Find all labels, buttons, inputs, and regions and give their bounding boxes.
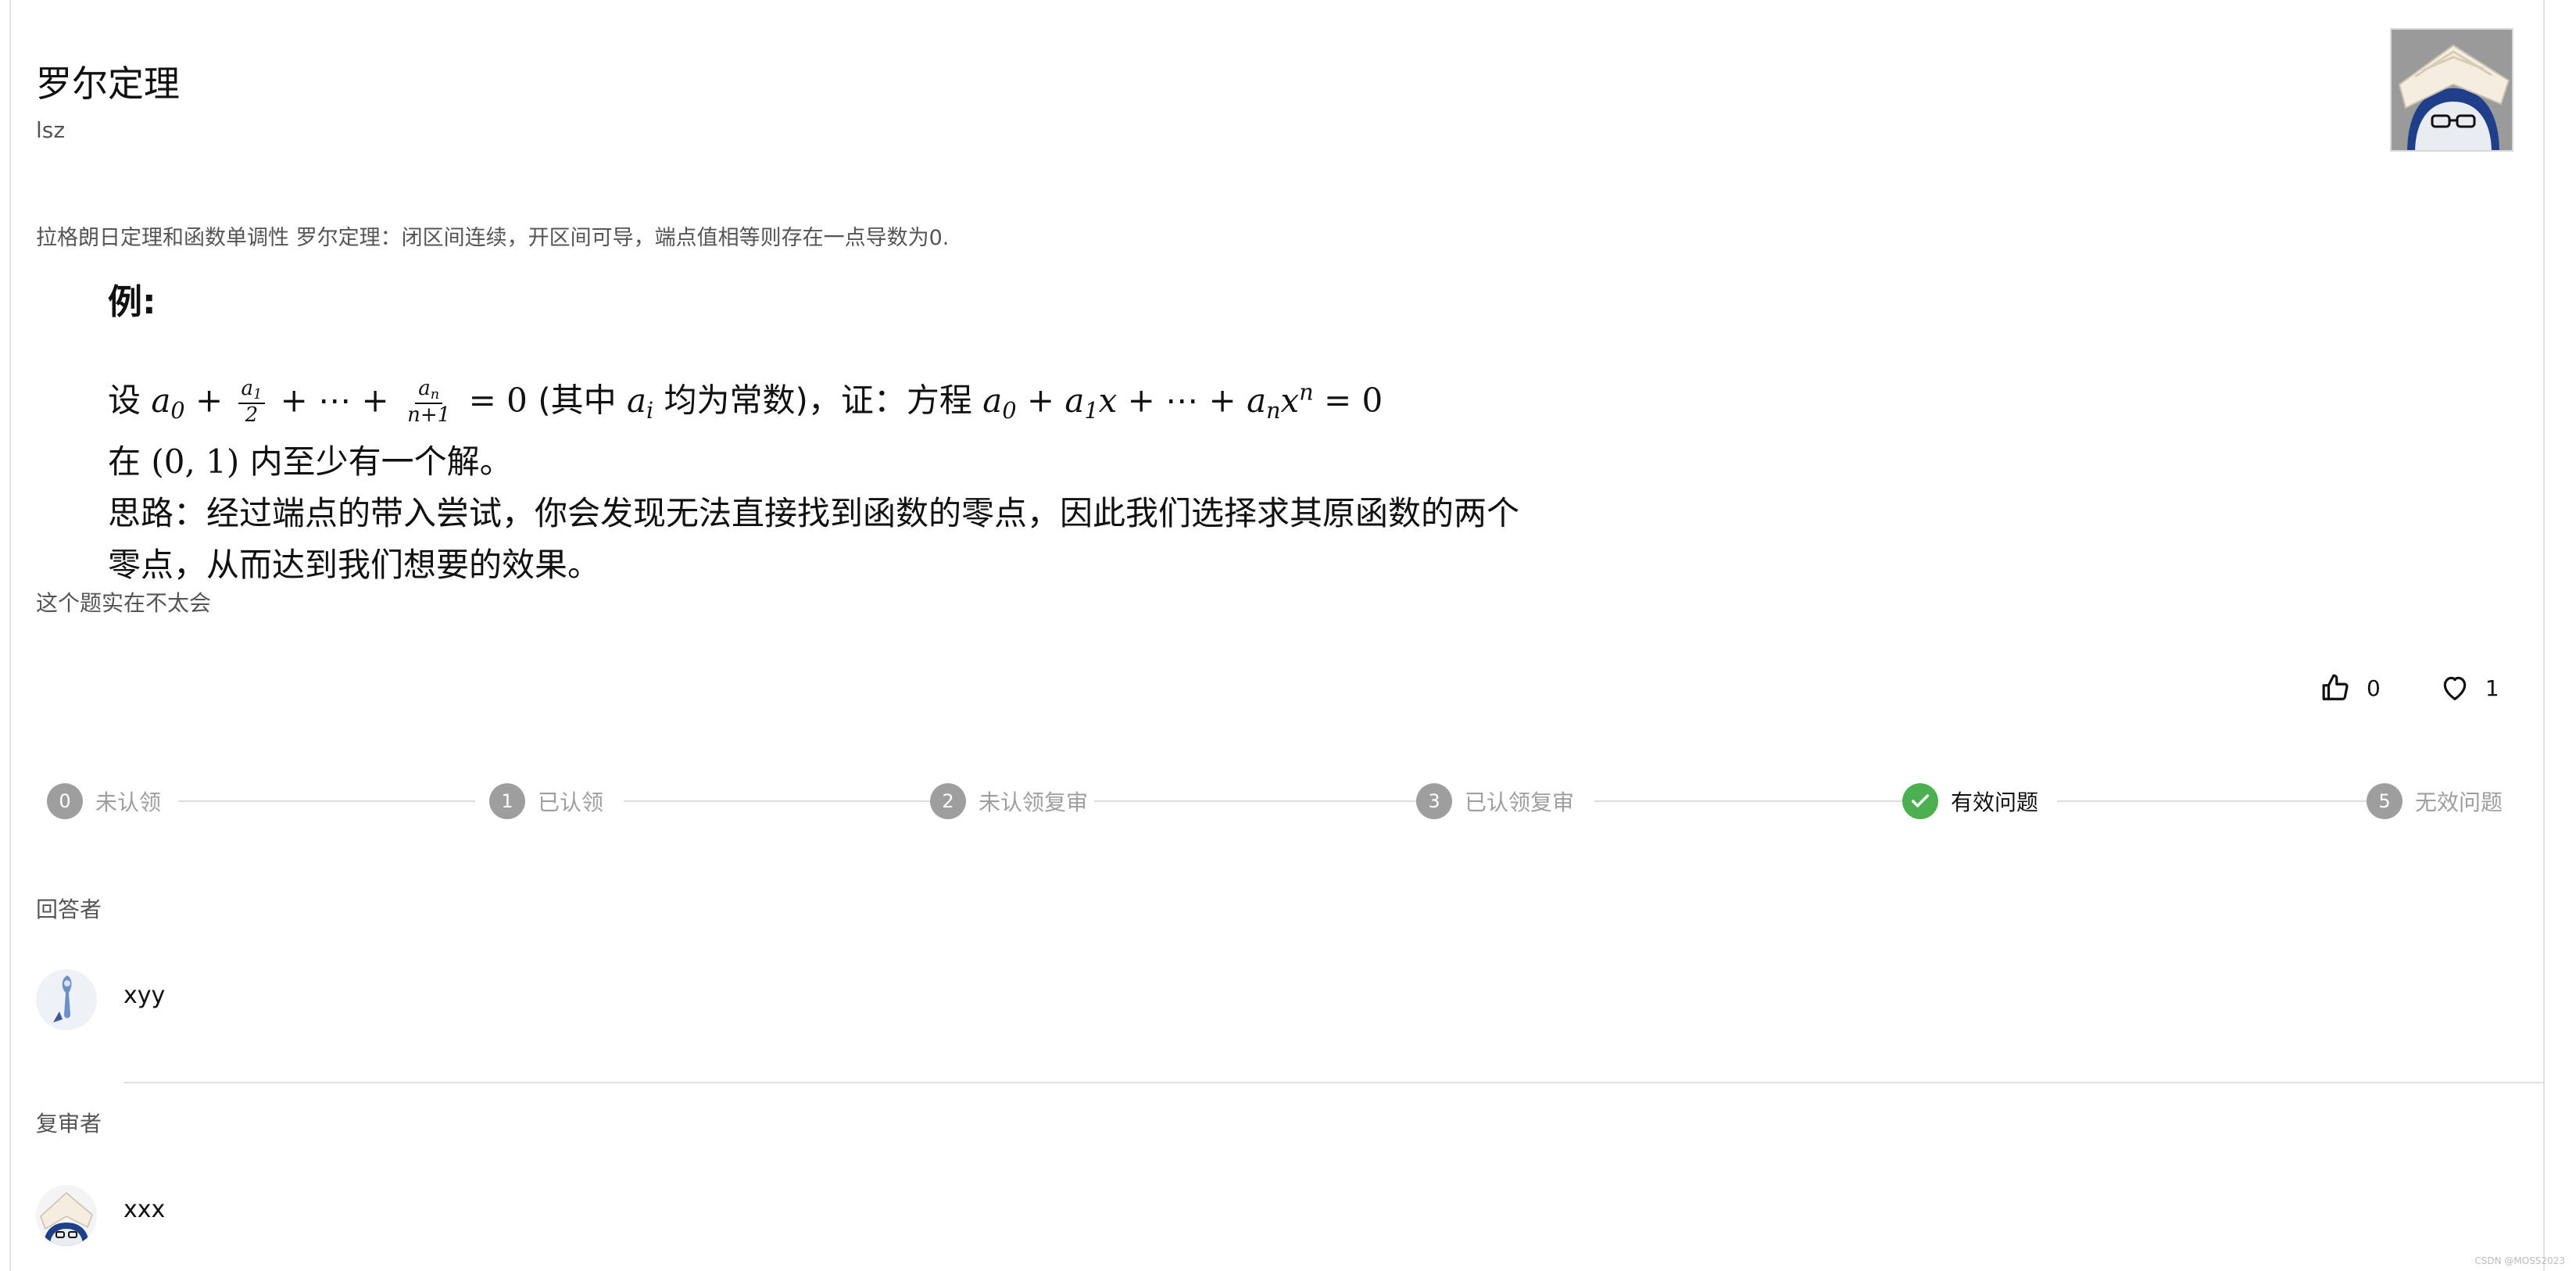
question-title: 罗尔定理 <box>36 62 180 105</box>
heart-icon <box>2443 676 2467 700</box>
reviewer-section-label: 复审者 <box>36 1111 102 1137</box>
reaction-bar: 0 1 <box>2321 672 2559 704</box>
question-note: 这个题实在不太会 <box>36 590 212 616</box>
step-number: 2 <box>930 783 966 819</box>
question-description: 拉格朗日定理和函数单调性 罗尔定理：闭区间连续，开区间可导，端点值相等则存在一点… <box>36 226 950 250</box>
answerer-section-label: 回答者 <box>36 897 102 922</box>
step-label: 无效问题 <box>2415 789 2503 815</box>
problem-line-4: 零点，从而达到我们想要的效果。 <box>108 545 601 584</box>
problem-line-1: 设 a0 + a1 2 + ⋯ + an n+1 = 0 (其中 ai 均为常数)，… <box>108 377 1383 428</box>
status-stepper: 0 未认领 1 已认领 2 未认领复审 3 已认领复审 有效问题 5 无效问题 <box>47 782 2504 821</box>
problem-image: 例: 设 a0 + a1 2 + ⋯ + an n+1 = 0 (其中 ai 均为常… <box>108 274 1520 591</box>
reviewer-name[interactable]: xxx <box>123 1196 165 1223</box>
step-claimed-review[interactable]: 3 已认领复审 <box>1416 782 1574 821</box>
question-author[interactable]: lsz <box>36 117 65 143</box>
like-count: 0 <box>2367 675 2381 701</box>
watermark: CSDN @MOSS2023 <box>2474 1255 2565 1266</box>
step-connector <box>178 800 475 802</box>
answerer-avatar[interactable] <box>36 969 97 1030</box>
step-number: 1 <box>489 783 525 819</box>
author-avatar[interactable] <box>2390 28 2513 152</box>
step-label: 未认领复审 <box>979 789 1089 815</box>
step-unclaimed-review[interactable]: 2 未认领复审 <box>930 782 1088 821</box>
section-divider <box>123 1082 2545 1083</box>
like-button[interactable]: 0 <box>2321 673 2381 703</box>
answerer-name[interactable]: xyy <box>123 982 165 1009</box>
step-label: 有效问题 <box>1951 789 2039 815</box>
thumb-up-icon <box>2322 674 2349 700</box>
step-number: 3 <box>1416 783 1452 819</box>
example-heading: 例: <box>108 282 156 322</box>
step-connector <box>624 800 952 802</box>
step-label: 已认领复审 <box>1465 789 1575 815</box>
reviewer-avatar[interactable] <box>36 1185 97 1246</box>
step-label: 未认领 <box>95 789 162 815</box>
step-unclaimed[interactable]: 0 未认领 <box>47 782 161 821</box>
question-card <box>9 0 2545 1271</box>
step-claimed[interactable]: 1 已认领 <box>489 782 603 821</box>
step-label: 已认领 <box>538 789 604 815</box>
step-number: 5 <box>2367 783 2402 819</box>
favorite-count: 1 <box>2485 675 2499 701</box>
check-icon <box>1902 783 1938 819</box>
step-connector <box>2057 800 2388 802</box>
step-connector <box>1094 800 1430 802</box>
favorite-button[interactable]: 1 <box>2440 673 2499 703</box>
problem-line-2: 在 (0, 1) 内至少有一个解。 <box>108 442 513 481</box>
step-connector <box>1594 800 1907 802</box>
problem-line-3: 思路：经过端点的带入尝试，你会发现无法直接找到函数的零点，因此我们选择求其原函数… <box>108 493 1520 532</box>
step-number: 0 <box>47 783 83 819</box>
step-invalid-question[interactable]: 5 无效问题 <box>2367 782 2503 821</box>
step-valid-question[interactable]: 有效问题 <box>1902 782 2038 821</box>
